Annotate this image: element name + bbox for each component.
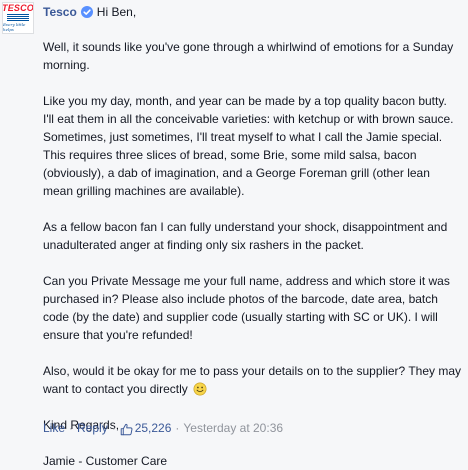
tesco-logo-wordmark: TESCO [2,3,34,13]
like-link[interactable]: Like [43,420,65,436]
smiley-icon [193,382,207,396]
comment-actions: Like · Reply · 25,226 · Yesterday at 20:… [43,420,283,436]
author-name-link[interactable]: Tesco [43,4,77,20]
tesco-logo-stripes [7,14,29,21]
separator-dot: · [175,421,180,435]
like-count[interactable]: 25,226 [135,420,172,436]
comment-paragraph: Well, it sounds like you've gone through… [43,40,454,72]
separator-dot: · [111,421,116,435]
comment-greeting: Hi Ben, [96,5,137,19]
comment-paragraph-with-smiley: Also, would it be okay for me to pass yo… [43,362,461,398]
separator-dot: · [69,421,74,435]
comment-body: Tesco Hi Ben, Well, it sounds like you'v… [43,4,461,470]
comment-header: Tesco Hi Ben, [43,4,461,20]
comment-paragraph: Can you Private Message me your full nam… [43,274,450,342]
reply-link[interactable]: Reply [77,420,108,436]
comment-timestamp[interactable]: Yesterday at 20:36 [183,420,283,436]
verified-badge-icon [80,6,93,18]
thumbs-up-icon[interactable] [120,423,133,436]
tesco-logo-tagline: Every little helps [3,22,26,32]
comment: TESCO Every little helps Tesco Hi Ben, W… [0,0,468,468]
comment-signature: Jamie - Customer Care [43,454,168,468]
comment-paragraph: Like you my day, month, and year can be … [43,94,454,198]
comment-text: Well, it sounds like you've gone through… [43,38,461,470]
comment-paragraph: As a fellow bacon fan I can fully unders… [43,220,448,252]
comment-paragraph: Also, would it be okay for me to pass yo… [43,364,461,396]
tesco-avatar[interactable]: TESCO Every little helps [2,2,34,34]
